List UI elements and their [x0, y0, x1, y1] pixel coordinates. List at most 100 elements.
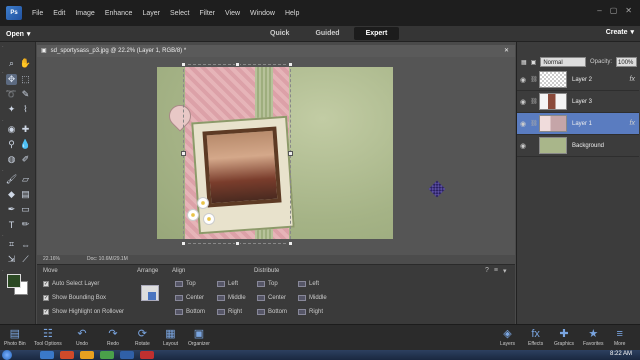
link-icon[interactable]: ⛓ [529, 120, 539, 127]
create-button[interactable]: Create ▾ [606, 28, 634, 37]
layer-row-layer-2[interactable]: ◉ ⛓ Layer 2 fx [517, 69, 639, 91]
smart-brush-tool-icon[interactable]: ✐ [20, 154, 31, 165]
document-tab[interactable]: ▣ sd_sportysass_p3.jpg @ 22.2% (Layer 1,… [37, 45, 515, 57]
menu-enhance[interactable]: Enhance [105, 10, 133, 17]
layer-row-background[interactable]: ◉ Background [517, 135, 639, 157]
lock-icon[interactable]: ▦ [521, 59, 527, 66]
taskbar-app-icon[interactable] [80, 351, 94, 359]
transform-handle[interactable] [181, 62, 186, 67]
transform-handle[interactable] [235, 62, 240, 67]
maximize-icon[interactable]: ▢ [610, 6, 618, 15]
zoom-level[interactable]: 22.16% [43, 256, 60, 262]
menu-edit[interactable]: Edit [53, 10, 65, 17]
color-picker-tool-icon[interactable]: ✒ [6, 204, 17, 215]
shape-tool-icon[interactable]: ▭ [20, 204, 31, 215]
minimize-icon[interactable]: – [597, 6, 601, 15]
spot-healing-tool-icon[interactable]: ✚ [20, 124, 31, 135]
menu-select[interactable]: Select [170, 10, 189, 17]
taskbar-app-icon[interactable] [140, 351, 154, 359]
show-highlight-checkbox[interactable]: ✓ Show Highlight on Rollover [43, 309, 124, 315]
sponge-tool-icon[interactable]: ◍ [6, 154, 17, 165]
close-document-icon[interactable]: ✕ [504, 45, 509, 57]
pencil-tool-icon[interactable]: ✏ [20, 219, 31, 230]
align-left-button[interactable]: Left [217, 281, 238, 287]
straighten-tool-icon[interactable]: ⟋ [20, 254, 31, 265]
transform-handle[interactable] [288, 151, 293, 156]
redo-button[interactable]: ↷ Redo [107, 327, 119, 347]
layer-row-layer-3[interactable]: ◉ ⛓ Layer 3 [517, 91, 639, 113]
move-tool-icon[interactable]: ✥ [6, 74, 17, 85]
tab-expert[interactable]: Expert [353, 27, 400, 40]
zoom-tool-icon[interactable]: ⌕ [6, 58, 17, 69]
content-aware-move-tool-icon[interactable]: ⇲ [6, 254, 17, 265]
marquee-tool-icon[interactable]: ⬚ [20, 74, 31, 85]
eye-icon[interactable]: ◉ [517, 120, 529, 128]
opacity-field[interactable]: 100% [616, 57, 637, 67]
panel-menu-icon[interactable]: ≡ [494, 267, 498, 275]
tab-guided[interactable]: Guided [303, 27, 351, 40]
taskbar-app-icon[interactable] [40, 351, 54, 359]
selection-brush-tool-icon[interactable]: ⌇ [20, 104, 31, 115]
link-icon[interactable]: ⛓ [529, 76, 539, 83]
layers-button[interactable]: ◈ Layers [500, 327, 515, 347]
magic-wand-tool-icon[interactable]: ✦ [6, 104, 17, 115]
effects-button[interactable]: fx Effects [528, 327, 543, 347]
align-bottom-button[interactable]: Bottom [175, 309, 205, 315]
auto-select-layer-checkbox[interactable]: ✓ Auto Select Layer [43, 281, 99, 287]
brush-tool-icon[interactable]: 🖌 [6, 174, 17, 185]
fx-icon[interactable]: fx [630, 120, 635, 127]
tool-options-button[interactable]: ☷ Tool Options [34, 327, 62, 347]
crop-tool-icon[interactable]: ⌗ [6, 239, 17, 250]
taskbar-app-icon[interactable] [60, 351, 74, 359]
menu-window[interactable]: Window [250, 10, 275, 17]
distribute-center-button[interactable]: Center [257, 295, 286, 301]
menu-help[interactable]: Help [285, 10, 299, 17]
open-button[interactable]: Open ▾ [6, 28, 34, 40]
type-tool-icon[interactable]: T [6, 219, 17, 230]
distribute-bottom-button[interactable]: Bottom [257, 309, 287, 315]
paint-bucket-tool-icon[interactable]: ◆ [6, 189, 17, 200]
fx-icon[interactable]: fx [630, 76, 635, 83]
blend-mode-select[interactable]: Normal [540, 57, 586, 67]
align-center-button[interactable]: Center [175, 295, 204, 301]
distribute-top-button[interactable]: Top [257, 281, 278, 287]
show-bounding-box-checkbox[interactable]: ✓ Show Bounding Box [43, 295, 106, 301]
transform-handle[interactable] [235, 241, 240, 246]
menu-image[interactable]: Image [75, 10, 94, 17]
transform-handle[interactable] [181, 151, 186, 156]
close-icon[interactable]: ✕ [625, 6, 632, 15]
menu-layer[interactable]: Layer [142, 10, 160, 17]
help-icon[interactable]: ? [485, 267, 489, 275]
new-layer-icon[interactable]: ▣ [531, 59, 537, 66]
align-right-button[interactable]: Right [217, 309, 242, 315]
transform-handle[interactable] [181, 241, 186, 246]
transform-handle[interactable] [288, 241, 293, 246]
eye-tool-icon[interactable]: ◉ [6, 124, 17, 135]
eraser-tool-icon[interactable]: ▱ [20, 174, 31, 185]
eye-icon[interactable]: ◉ [517, 76, 529, 84]
rotate-button[interactable]: ⟳ Rotate [135, 327, 150, 347]
more-button[interactable]: ≡ More [614, 327, 625, 347]
arrange-icon[interactable] [141, 285, 159, 301]
layout-button[interactable]: ▦ Layout [163, 327, 178, 347]
tab-quick[interactable]: Quick [258, 27, 301, 40]
foreground-color-swatch[interactable] [7, 274, 21, 288]
gradient-tool-icon[interactable]: ▤ [20, 189, 31, 200]
blur-tool-icon[interactable]: 💧 [20, 139, 31, 150]
menu-view[interactable]: View [225, 10, 240, 17]
distribute-left-button[interactable]: Left [298, 281, 319, 287]
start-button-icon[interactable] [2, 350, 12, 360]
taskbar-app-icon[interactable] [100, 351, 114, 359]
distribute-right-button[interactable]: Right [298, 309, 323, 315]
bounding-box[interactable] [181, 62, 293, 246]
link-icon[interactable]: ⛓ [529, 98, 539, 105]
graphics-button[interactable]: ✚ Graphics [554, 327, 574, 347]
collapse-icon[interactable]: ▾ [503, 267, 507, 275]
align-middle-button[interactable]: Middle [217, 295, 246, 301]
photo-bin-button[interactable]: ▤ Photo Bin [4, 327, 26, 347]
hand-tool-icon[interactable]: ✋ [20, 58, 31, 69]
clone-stamp-tool-icon[interactable]: ⚲ [6, 139, 17, 150]
recompose-tool-icon[interactable]: ⇔ [20, 239, 31, 250]
layer-row-layer-1[interactable]: ◉ ⛓ Layer 1 fx [517, 113, 639, 135]
transform-handle[interactable] [288, 62, 293, 67]
